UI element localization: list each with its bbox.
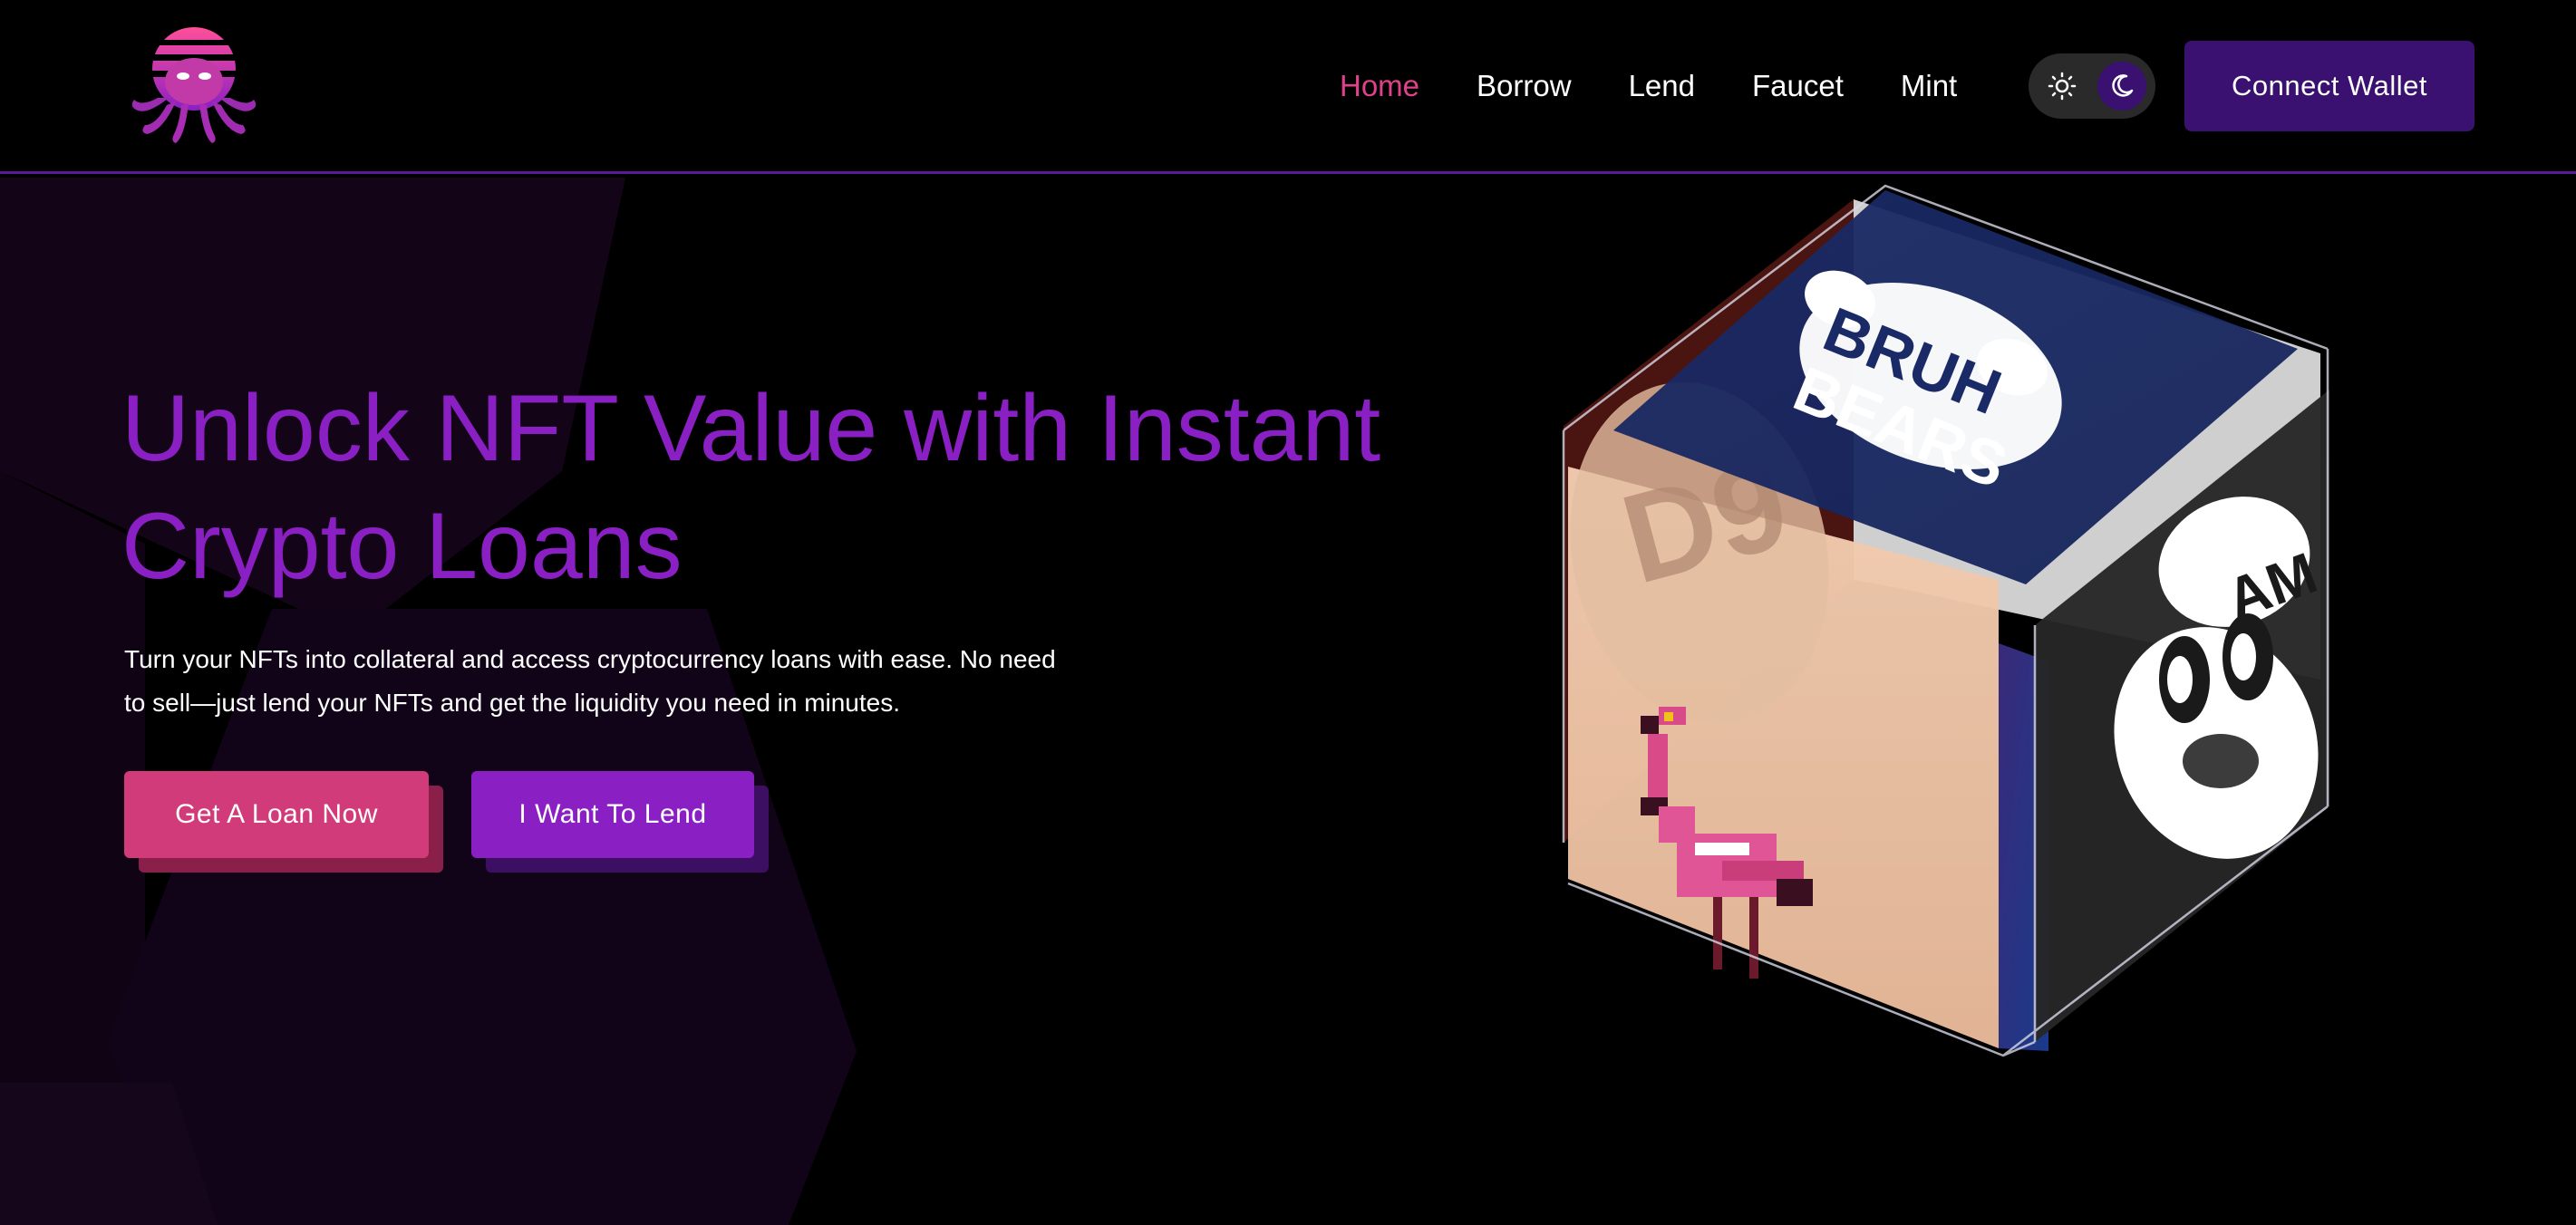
moon-icon[interactable] — [2097, 62, 2146, 111]
theme-toggle[interactable] — [2029, 53, 2155, 119]
nav-borrow[interactable]: Borrow — [1477, 69, 1572, 103]
landing-page: Home Borrow Lend Faucet Mint Connect Wal… — [0, 0, 2576, 1225]
hero-subtitle: Turn your NFTs into collateral and acces… — [124, 638, 1139, 725]
main-nav: Home Borrow Lend Faucet Mint — [1340, 54, 1957, 118]
top-navbar: Home Borrow Lend Faucet Mint Connect Wal… — [0, 0, 2576, 174]
lend-button-group: I Want To Lend — [471, 771, 770, 874]
nav-lend[interactable]: Lend — [1629, 69, 1695, 103]
get-loan-button[interactable]: Get A Loan Now — [124, 771, 429, 858]
nft-cube-illustration: D9 AM BRUH BEARS — [1562, 184, 2329, 1057]
hero-subtitle-line-2: to sell—just lend your NFTs and get the … — [124, 689, 901, 717]
nav-home[interactable]: Home — [1340, 69, 1419, 103]
hero-title-line-2: Crypto Loans — [121, 494, 683, 599]
connect-wallet-button[interactable]: Connect Wallet — [2184, 41, 2474, 131]
want-to-lend-button[interactable]: I Want To Lend — [471, 771, 754, 858]
get-loan-button-group: Get A Loan Now — [124, 771, 443, 874]
octopus-logo-icon[interactable] — [121, 24, 266, 150]
nav-faucet[interactable]: Faucet — [1752, 69, 1844, 103]
sun-icon[interactable] — [2038, 62, 2087, 111]
hero-title: Unlock NFT Value with Instant Crypto Loa… — [121, 370, 1481, 605]
nav-mint[interactable]: Mint — [1901, 69, 1957, 103]
hero-title-line-1: Unlock NFT Value with Instant — [121, 376, 1381, 481]
hero-subtitle-line-1: Turn your NFTs into collateral and acces… — [124, 645, 1056, 673]
